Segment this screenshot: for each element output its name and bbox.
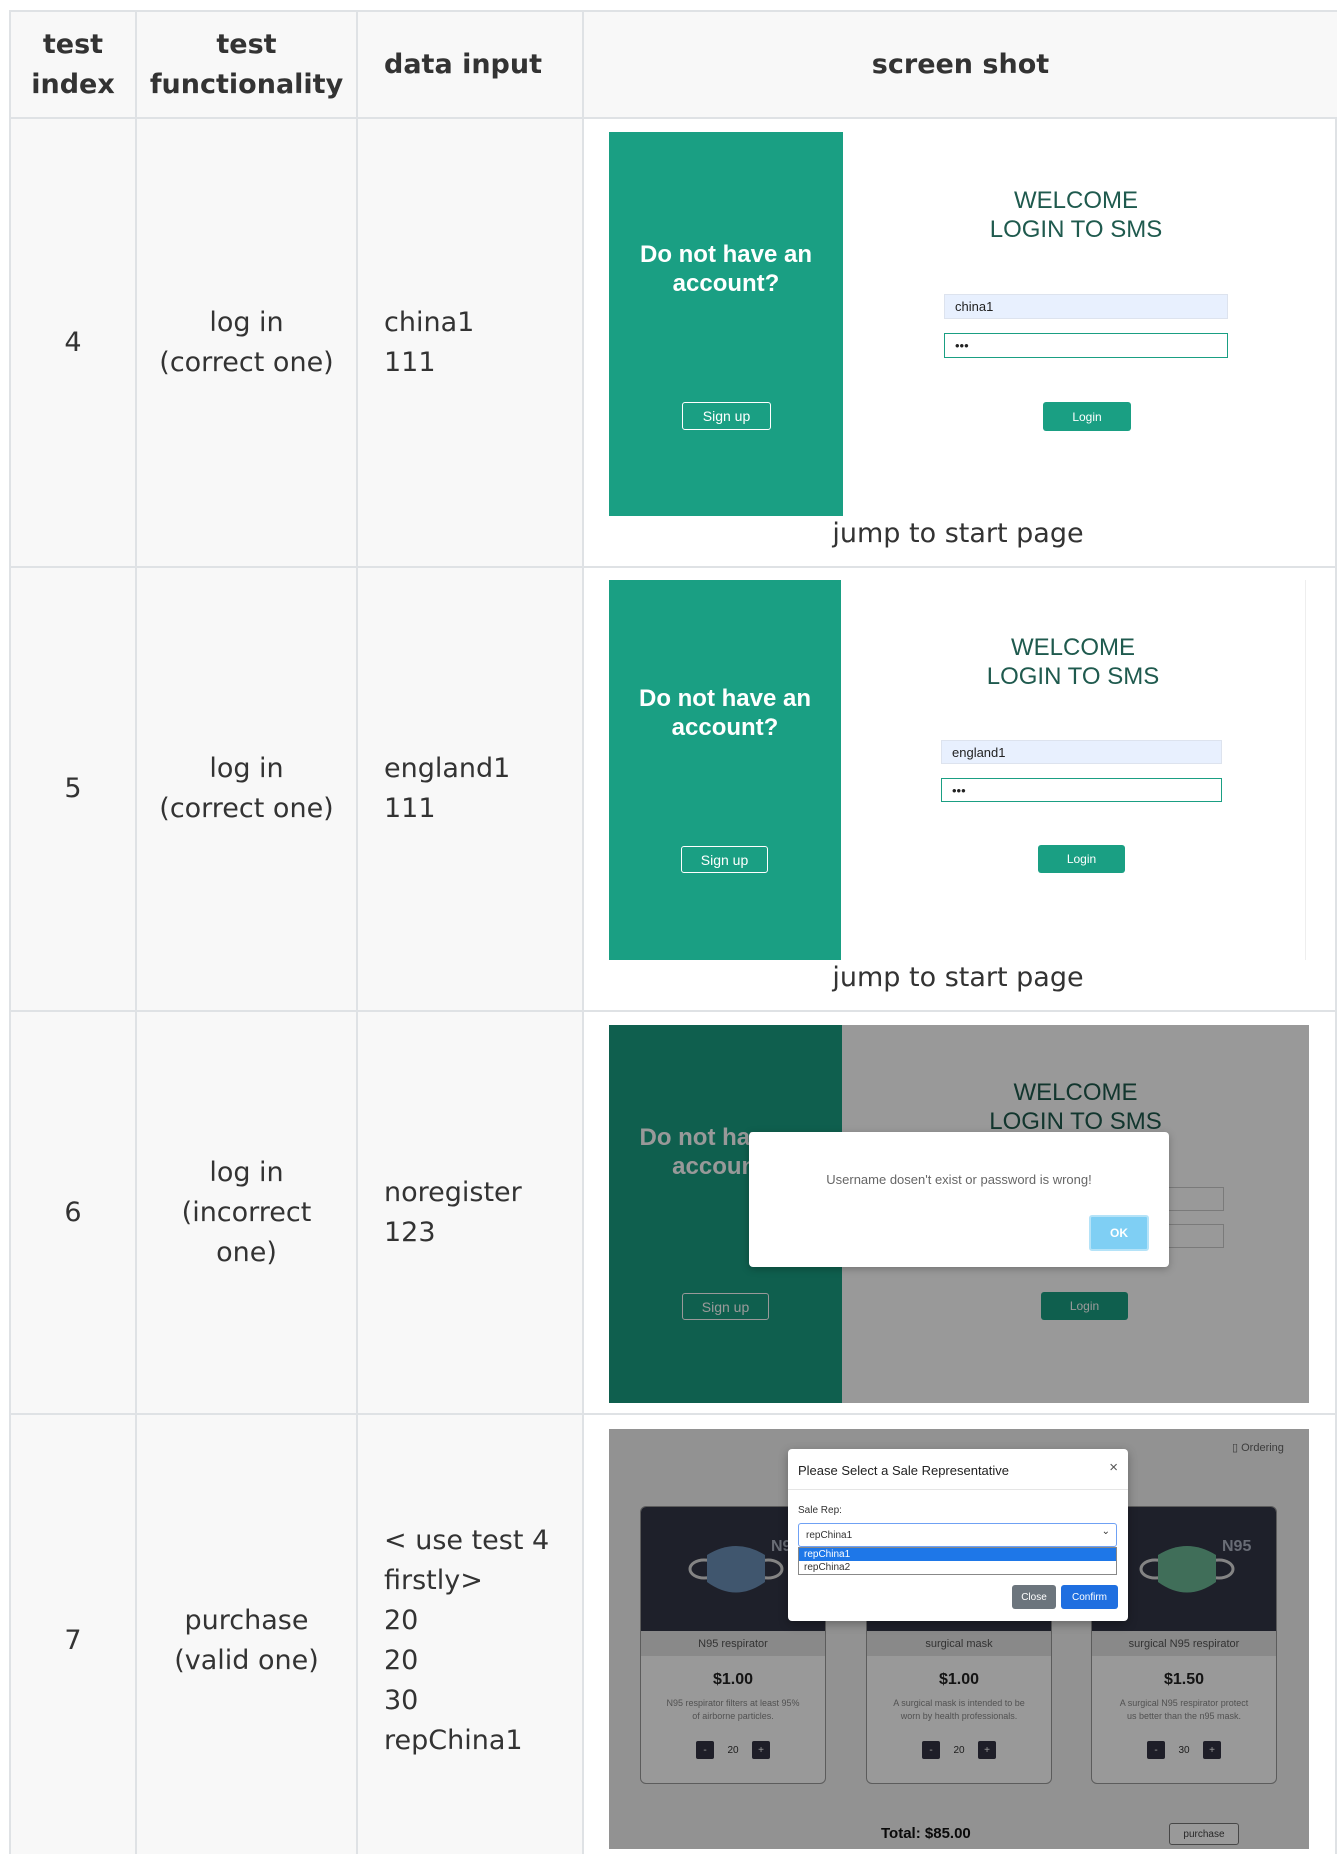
modal-divider — [788, 1489, 1128, 1490]
header-test-functionality: test functionality — [149, 28, 344, 100]
signup-button[interactable]: Sign up — [681, 846, 768, 873]
sale-rep-modal: Please Select a Sale Representative × Sa… — [788, 1449, 1128, 1621]
close-icon[interactable]: × — [1109, 1459, 1118, 1476]
header-data-input: data input — [384, 48, 543, 80]
row-5-caption: jump to start page — [832, 962, 1084, 993]
password-field[interactable]: ••• — [941, 778, 1222, 802]
col-divider — [582, 12, 584, 1854]
alert-message: Username dosen't exist or password is wr… — [826, 1172, 1092, 1187]
ok-button[interactable]: OK — [1089, 1215, 1149, 1251]
close-button[interactable]: Close — [1012, 1585, 1056, 1609]
row-4-screenshot: Do not have an account? Sign up WELCOME LO… — [609, 132, 1309, 516]
row-6-functionality: log in (incorrect one) — [181, 1156, 312, 1268]
welcome-title: WELCOME LOGIN TO SMS — [989, 187, 1163, 243]
modal-title: Please Select a Sale Representative — [798, 1463, 1010, 1478]
option-repchina1[interactable]: repChina1 — [799, 1548, 1116, 1561]
row-5-index: 5 — [64, 773, 82, 804]
row-7-data-input: < use test 4 firstly> 20 20 30 repChina1 — [384, 1524, 550, 1756]
row-4-data-input: china1 111 — [384, 306, 475, 378]
signup-question: Do not have an account? — [639, 241, 813, 297]
row-7-index: 7 — [64, 1624, 82, 1656]
login-button[interactable]: Login — [1038, 845, 1125, 873]
error-alert: Username dosen't exist or password is wr… — [749, 1132, 1169, 1267]
password-field[interactable]: ••• — [944, 333, 1228, 358]
header-test-index: test index — [31, 28, 115, 100]
chevron-down-icon: ⌄ — [1101, 1526, 1110, 1537]
signup-button[interactable]: Sign up — [682, 402, 771, 430]
signup-question: Do not have an account? — [638, 685, 812, 741]
row-4-index: 4 — [64, 326, 82, 358]
row-6-screenshot: Do not have an account? Sign up WELCOME LO… — [609, 1025, 1309, 1403]
login-button[interactable]: Login — [1043, 402, 1131, 431]
username-field[interactable]: china1 — [944, 294, 1228, 319]
row-7-functionality: purchase (valid one) — [174, 1604, 319, 1676]
row-4-caption: jump to start page — [832, 518, 1084, 549]
row-5-functionality: log in (correct one) — [159, 753, 334, 824]
sale-rep-options: repChina1 repChina2 — [798, 1547, 1117, 1575]
row-5-screenshot: Do not have an account? Sign up WELCOME LO… — [609, 580, 1306, 960]
welcome-title: WELCOME LOGIN TO SMS — [986, 634, 1160, 690]
test-table: test index test functionality data input s… — [9, 10, 1337, 1854]
login-panel: WELCOME LOGIN TO SMS china1 ••• Login — [843, 132, 1309, 516]
row-7-screenshot: ▯ Ordering N95 N95 respirator $1.00 N95 … — [609, 1429, 1309, 1849]
sale-rep-label: Sale Rep: — [798, 1505, 842, 1516]
row-5-data-input: england1 111 — [384, 753, 511, 824]
row-4-functionality: log in (correct one) — [159, 306, 334, 378]
row-6-data-input: noregister 123 — [384, 1176, 522, 1248]
signup-panel: Do not have an account? Sign up — [609, 132, 843, 516]
sale-rep-select[interactable]: repChina1 ⌄ — [798, 1523, 1117, 1547]
row-6-index: 6 — [64, 1196, 82, 1228]
signup-panel: Do not have an account? Sign up — [609, 580, 841, 960]
username-field[interactable]: england1 — [941, 740, 1222, 764]
confirm-button[interactable]: Confirm — [1061, 1585, 1118, 1609]
login-panel: WELCOME LOGIN TO SMS england1 ••• Login — [841, 580, 1306, 960]
header-screen-shot: screen shot — [871, 48, 1050, 80]
option-repchina2[interactable]: repChina2 — [799, 1561, 1116, 1574]
